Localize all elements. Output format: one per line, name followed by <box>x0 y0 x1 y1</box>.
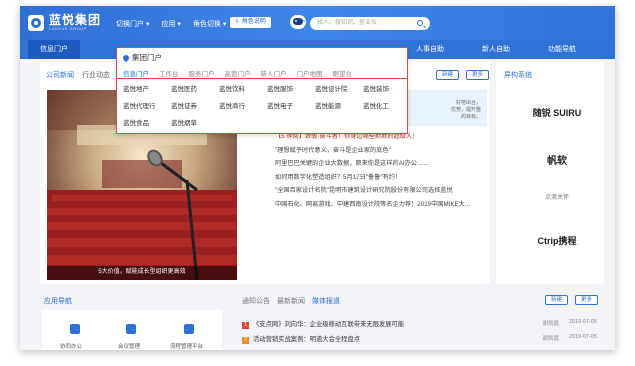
subsidiary-item[interactable]: 蓝悦服饰 <box>267 83 315 93</box>
dd-tab-service-portal[interactable]: 服务门户 <box>189 68 215 78</box>
top-bar: 蓝悦集团 LANYUE GROUP 切换门户 ▾ 应用 ▾ 角色切换 ▾ ⇩ 角… <box>20 6 615 40</box>
dd-tab-newcomer-portal[interactable]: 新人门户 <box>261 68 287 78</box>
apps-menu[interactable]: 应用 ▾ <box>161 19 180 29</box>
role-switch-menu[interactable]: 角色切换 ▾ <box>193 19 226 29</box>
media-row-date: 2019-07-05 <box>568 334 597 340</box>
nav-newcomer-self-service[interactable]: 新人自助 <box>466 40 526 59</box>
media-row-title[interactable]: 活动营销实战案例：明道大会全程盘点 <box>253 336 360 343</box>
bottom-tabs: 通知公告 最新新闻 媒体报道 <box>242 296 347 306</box>
nav-info-portal[interactable]: 信息门户 <box>28 40 80 59</box>
role-help-button[interactable]: ⇩ 角色说明 <box>230 17 271 28</box>
partner-logo-suiru[interactable]: 随锐 SUIRU <box>516 106 598 119</box>
nav-function-navigation[interactable]: 功能导航 <box>530 40 594 59</box>
dropdown-tabs: 信息门户 工作台 服务门户 高管门户 新人门户 门户地图 眼望台 <box>123 68 407 78</box>
subsidiary-item[interactable]: 蓝悦地产 <box>123 83 171 93</box>
dd-tab-workbench[interactable]: 工作台 <box>159 68 179 78</box>
meeting-app-icon[interactable] <box>126 324 136 334</box>
dd-tab-exec-portal[interactable]: 高管门户 <box>225 68 251 78</box>
portal-dropdown: 集团门户 信息门户 工作台 服务门户 高管门户 新人门户 门户地图 眼望台 蓝悦… <box>116 47 408 134</box>
dd-tab-portal-map[interactable]: 门户地图 <box>297 68 323 78</box>
tab-company-news[interactable]: 公司新闻 <box>46 70 74 80</box>
tab-notices[interactable]: 通知公告 <box>242 296 270 306</box>
search-icon[interactable] <box>417 20 423 26</box>
media-row-title[interactable]: 《支点网》刘向华：企业级移动互联带来无限发展可能 <box>253 321 404 328</box>
carousel-caption: 5大价值，赋能成长型组织更高效 <box>47 266 237 280</box>
collaboration-app-icon[interactable] <box>70 324 80 334</box>
brand-sub: LANYUE GROUP <box>49 26 87 31</box>
media-row-author: 谢凯霞 <box>542 321 559 327</box>
brand-logo[interactable]: 蓝悦集团 LANYUE GROUP <box>28 14 101 31</box>
highlight-snippet-line: 的目标。 <box>460 114 481 120</box>
media-row-author: 谢凯霞 <box>542 336 559 342</box>
logo-icon <box>28 14 44 31</box>
dd-tab-info-portal[interactable]: 信息门户 <box>123 68 149 78</box>
dropdown-header: 集团门户 信息门户 工作台 服务门户 高管门户 新人门户 门户地图 眼望台 <box>117 48 407 79</box>
brand-name: 蓝悦集团 <box>49 13 102 27</box>
top-menu: 切换门户 ▾ 应用 ▾ 角色切换 ▾ <box>116 19 238 29</box>
news-item[interactable]: 中国石化、网易游戏、中建西南设计院等名企力荐！2019中国MIKE大... <box>275 198 470 212</box>
app-label[interactable]: 会议管理 <box>118 342 140 350</box>
subsidiary-item[interactable]: 蓝悦设计院 <box>315 83 363 93</box>
subsidiary-item[interactable]: 蓝悦烟草 <box>171 117 219 127</box>
app-nav-title: 应用导航 <box>44 298 72 305</box>
workflow-app-icon[interactable] <box>184 324 194 334</box>
subsidiary-item[interactable]: 蓝悦商行 <box>219 100 267 110</box>
subsidiary-item[interactable]: 蓝悦食品 <box>123 117 171 127</box>
news-item[interactable]: 如何用数字化塑造组织？5月17日"鲁鲁"有约！ <box>275 171 470 185</box>
news-list: 【5 钟阅】致敬·奋斗者！你身边哪些默默的超级人！ "理想赋予时代意义，奋斗是企… <box>275 130 470 211</box>
news-more-button[interactable]: 更多 <box>466 70 490 80</box>
partner-logo-fanruan[interactable]: 帆软 <box>516 152 598 167</box>
app-nav-panel: 协同办公 会议管理 流程管理平台 <box>42 310 222 350</box>
partner-logo-ctrip[interactable]: Ctrip携程 <box>516 234 598 247</box>
dropdown-title: 集团门户 <box>132 53 162 62</box>
tab-latest-news[interactable]: 最新新闻 <box>277 296 305 306</box>
subsidiary-item[interactable]: 蓝悦饮料 <box>219 83 267 93</box>
app-label[interactable]: 流程管理平台 <box>170 342 203 350</box>
nav-hr-self-service[interactable]: 人事自助 <box>400 40 460 59</box>
bottom-more-button[interactable]: 更多 <box>575 295 599 305</box>
search-placeholder: 找人、搜知识、查业仪 <box>317 20 378 26</box>
subsidiary-item[interactable]: 蓝悦化工 <box>363 100 411 110</box>
assistant-robot-icon[interactable] <box>290 15 306 29</box>
news-new-button[interactable]: 新建 <box>436 70 460 80</box>
subsidiary-item[interactable]: 蓝悦医药 <box>171 83 219 93</box>
rank-badge: 2 <box>242 337 249 344</box>
subsidiary-item[interactable]: 蓝悦证券 <box>171 100 219 110</box>
subsidiary-item[interactable]: 蓝悦能源 <box>315 100 363 110</box>
subsidiary-item[interactable]: 蓝悦代理行 <box>123 100 171 110</box>
dd-tab-lookout[interactable]: 眼望台 <box>333 68 353 78</box>
location-pin-icon <box>121 53 131 62</box>
highlight-snippet-line: 优势，提升整 <box>450 107 481 113</box>
subsidiary-item[interactable]: 蓝悦电子 <box>267 100 315 110</box>
bottom-new-button[interactable]: 新建 <box>545 295 569 305</box>
news-item[interactable]: 阿里巴巴关键的企业大数据，原来你是这样的AI办公…… <box>275 157 470 171</box>
news-item[interactable]: "理想赋予时代意义，奋斗是企业家的底色" <box>275 144 470 158</box>
search-input[interactable]: 找人、搜知识、查业仪 <box>310 17 430 30</box>
partner-logo-diandi[interactable]: 点滴关怀 <box>516 192 598 201</box>
app-label[interactable]: 协同办公 <box>60 342 82 350</box>
switch-portal-menu[interactable]: 切换门户 ▾ <box>116 19 149 29</box>
highlight-snippet-line: 好地出台， <box>455 100 481 106</box>
rank-badge: 1 <box>242 322 249 329</box>
app-window: 蓝悦集团 LANYUE GROUP 切换门户 ▾ 应用 ▾ 角色切换 ▾ ⇩ 角… <box>20 6 615 350</box>
subsidiary-grid: 蓝悦地产 蓝悦医药 蓝悦饮料 蓝悦服饰 蓝悦设计院 蓝悦装饰 蓝悦代理行 蓝悦证… <box>117 79 407 127</box>
media-row-date: 2019-07-05 <box>568 319 597 325</box>
tab-media-reports[interactable]: 媒体报道 <box>312 296 340 306</box>
news-item[interactable]: "全国百家设计名院"昆明市建筑设计研究院股份有限公司选择蓝悦 <box>275 184 470 198</box>
partners-title: 异构系统 <box>504 72 532 79</box>
media-row[interactable]: 1 《支点网》刘向华：企业级移动互联带来无限发展可能 谢凯霞 2019-07-05 <box>242 319 597 329</box>
news-tabs: 公司新闻 行业动态 <box>46 70 118 80</box>
subsidiary-item[interactable]: 蓝悦装饰 <box>363 83 411 93</box>
tab-industry-news[interactable]: 行业动态 <box>82 70 110 80</box>
media-row[interactable]: 2 活动营销实战案例：明道大会全程盘点 谢凯霞 2019-07-05 <box>242 334 597 344</box>
partner-panel <box>496 62 604 284</box>
